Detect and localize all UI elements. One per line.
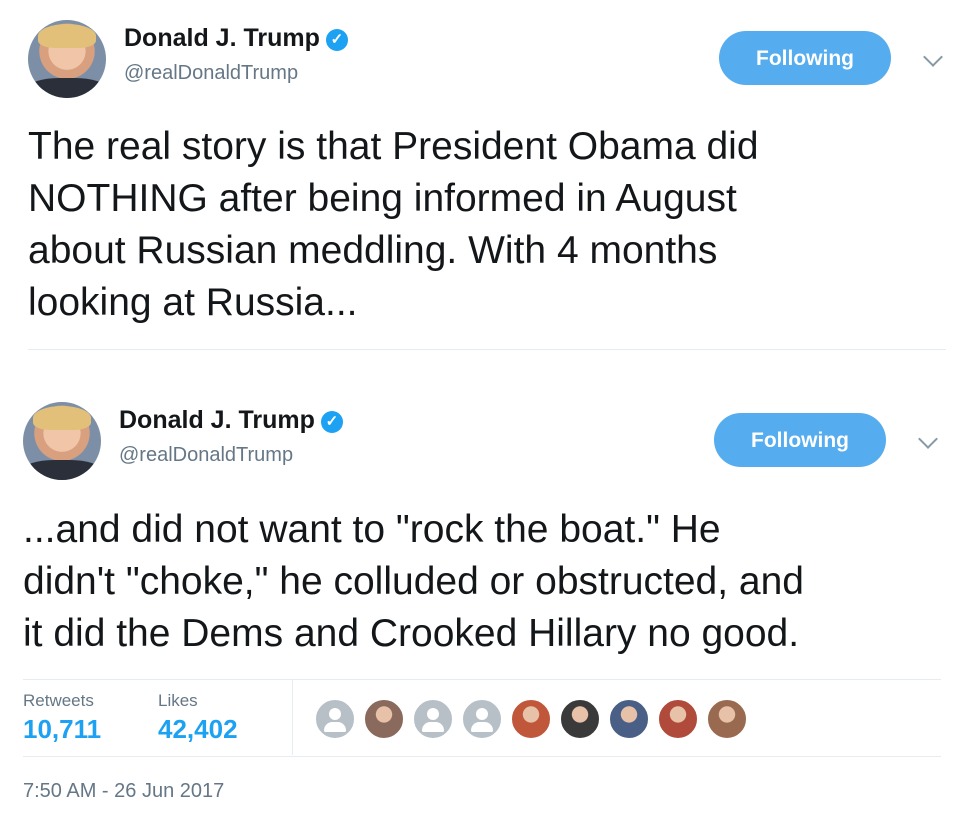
liker-avatar[interactable] bbox=[706, 698, 748, 740]
chevron-down-icon[interactable] bbox=[918, 429, 938, 449]
likes-label[interactable]: Likes bbox=[158, 691, 198, 711]
default-avatar-icon[interactable] bbox=[412, 698, 454, 740]
liker-avatar[interactable] bbox=[657, 698, 699, 740]
author-name-text: Donald J. Trump bbox=[119, 406, 315, 434]
author-handle[interactable]: @realDonaldTrump bbox=[119, 444, 293, 467]
liker-avatar[interactable] bbox=[363, 698, 405, 740]
retweets-count[interactable]: 10,711 bbox=[23, 714, 101, 745]
tweet-2: Donald J. Trump ✓ @realDonaldTrump Follow… bbox=[0, 0, 980, 819]
default-avatar-icon[interactable] bbox=[314, 698, 356, 740]
author-avatar[interactable] bbox=[23, 402, 101, 480]
liker-avatar[interactable] bbox=[608, 698, 650, 740]
tweet-text-line: didn't "choke," he colluded or obstructe… bbox=[23, 560, 804, 603]
likes-count[interactable]: 42,402 bbox=[158, 714, 238, 745]
tweet-text: ...and did not want to "rock the boat." … bbox=[23, 504, 804, 660]
tweet-text-line: it did the Dems and Crooked Hillary no g… bbox=[23, 612, 800, 655]
stats-vertical-divider bbox=[292, 680, 293, 755]
stats-bottom-divider bbox=[23, 756, 941, 757]
avatar-hair bbox=[33, 406, 91, 430]
liker-avatar[interactable] bbox=[559, 698, 601, 740]
verified-badge-icon: ✓ bbox=[320, 411, 343, 433]
stats-top-divider bbox=[23, 679, 941, 680]
liker-avatar[interactable] bbox=[510, 698, 552, 740]
default-avatar-icon[interactable] bbox=[461, 698, 503, 740]
author-name[interactable]: Donald J. Trump ✓ bbox=[119, 406, 343, 435]
following-button[interactable]: Following bbox=[714, 413, 886, 467]
tweet-timestamp[interactable]: 7:50 AM - 26 Jun 2017 bbox=[23, 780, 224, 803]
tweet-text-line: ...and did not want to "rock the boat." … bbox=[23, 508, 721, 551]
avatar-suit bbox=[23, 460, 101, 480]
retweets-label[interactable]: Retweets bbox=[23, 691, 94, 711]
